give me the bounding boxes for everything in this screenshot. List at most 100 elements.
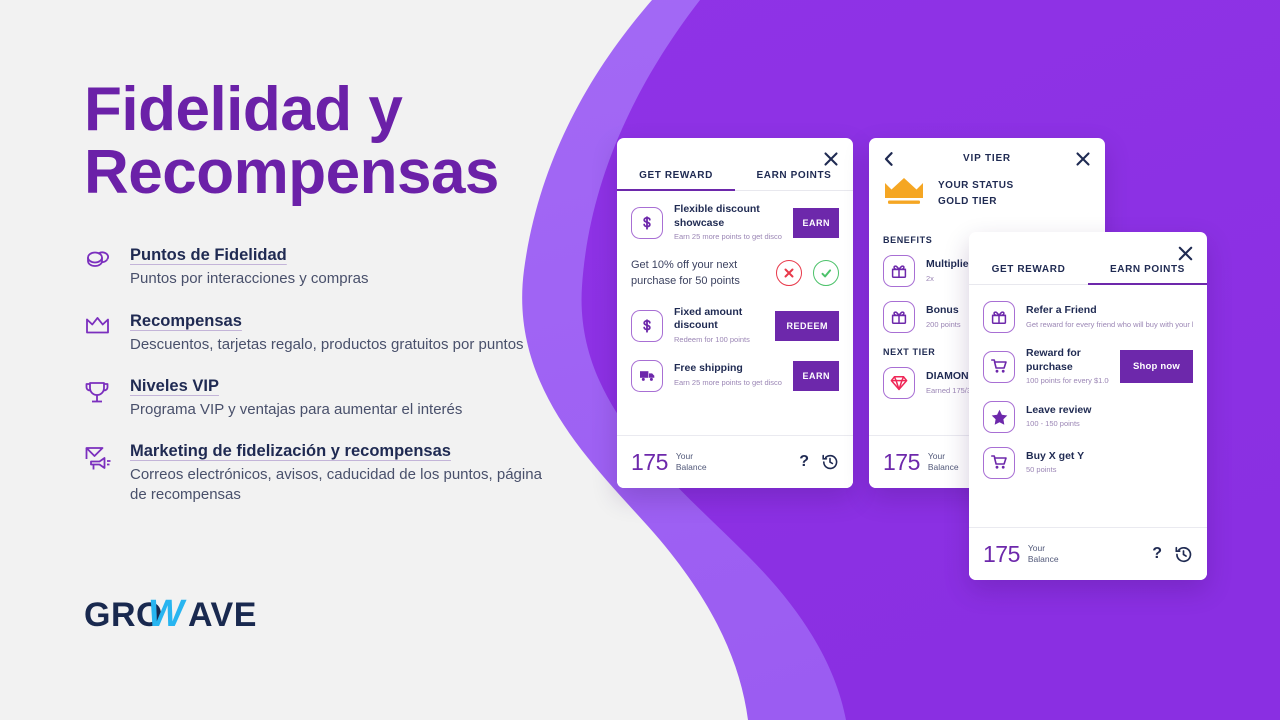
trophy-icon: [84, 377, 114, 420]
reward-name: Flexible discount showcase: [674, 203, 760, 229]
question-mark-icon[interactable]: ?: [1148, 545, 1166, 563]
earn-tabs: GET REWARD EARN POINTS: [969, 232, 1207, 285]
earn-name: Reward for purchase: [1026, 347, 1081, 373]
list-item: Free shipping Earn 25 more points to get…: [631, 359, 839, 392]
offer-prompt: Get 10% off your next purchase for 50 po…: [631, 257, 839, 290]
feature-title: Puntos de Fidelidad: [130, 246, 287, 265]
earn-button[interactable]: EARN: [793, 360, 839, 391]
earn-points-panel: GET REWARD EARN POINTS Refer a Friend Ge…: [969, 232, 1207, 580]
balance-label: Your Balance: [1028, 543, 1059, 566]
list-item: Reward for purchase 100 points for every…: [983, 347, 1193, 387]
reward-name: Free shipping: [674, 362, 743, 375]
balance-label-line1: Your: [1027, 542, 1046, 553]
star-icon: [983, 400, 1015, 433]
earn-name: Leave review: [1026, 403, 1092, 416]
reward-subtitle: Redeem for 100 points: [674, 335, 750, 345]
vip-status-line1: YOUR STATUS: [938, 179, 1014, 191]
get-reward-panel: GET REWARD EARN POINTS Flexible discount…: [617, 138, 853, 488]
feature-description: Correos electrónicos, avisos, caducidad …: [130, 466, 542, 504]
cart-icon: [983, 446, 1015, 479]
earn-subtitle: Get reward for every friend who will buy…: [1026, 319, 1193, 329]
offer-actions: [776, 260, 839, 287]
balance-label: Your Balance: [676, 451, 707, 474]
coins-icon: [84, 246, 114, 289]
feature-description: Programa VIP y ventajas para aumentar el…: [130, 400, 463, 418]
shop-now-button[interactable]: Shop now: [1120, 350, 1193, 384]
reward-name: Fixed amount discount: [674, 305, 743, 332]
vip-status-text: YOUR STATUS GOLD TIER: [938, 178, 1014, 210]
feature-item-loyalty-points: Puntos de Fidelidad Puntos por interacci…: [84, 246, 554, 289]
gift-icon: [983, 301, 1015, 333]
balance-label: Your Balance: [928, 451, 959, 474]
earn-subtitle: 50 points: [1026, 465, 1057, 475]
list-item: Refer a Friend Get reward for every frie…: [983, 301, 1193, 333]
page-title: Fidelidad y Recompensas: [84, 75, 554, 208]
feature-description: Puntos por interacciones y compras: [130, 270, 369, 288]
balance-value: 175: [983, 540, 1020, 567]
feature-description: Descuentos, tarjetas regalo, productos g…: [130, 335, 524, 353]
x-circle-icon[interactable]: [776, 260, 802, 287]
reward-tabs: GET REWARD EARN POINTS: [617, 138, 853, 191]
logo-text-ave: AVE: [188, 596, 257, 634]
growave-logo: GRO W AVE: [84, 593, 262, 643]
list-item: Fixed amount discount Redeem for 100 poi…: [631, 306, 839, 346]
reward-list: Flexible discount showcase Earn 25 more …: [617, 191, 853, 392]
gift-icon: [883, 255, 915, 287]
list-item: Flexible discount showcase Earn 25 more …: [631, 203, 839, 243]
tab-get-reward[interactable]: GET REWARD: [617, 170, 735, 191]
feature-list: Puntos de Fidelidad Puntos por interacci…: [84, 246, 554, 505]
balance-label-line2: Balance: [927, 462, 959, 472]
close-icon[interactable]: [1074, 150, 1092, 168]
history-icon[interactable]: [821, 453, 839, 471]
earn-subtitle: 100 - 150 points: [1026, 419, 1080, 429]
tab-earn-points[interactable]: EARN POINTS: [735, 170, 853, 190]
crown-icon: [84, 312, 114, 355]
balance-label-line1: Your: [675, 450, 694, 461]
tab-get-reward[interactable]: GET REWARD: [969, 264, 1088, 284]
balance-footer: 175 Your Balance ?: [617, 435, 853, 488]
truck-icon: [631, 359, 663, 392]
feature-item-marketing: Marketing de fidelización y recompensas …: [84, 442, 554, 506]
earn-name: Buy X get Y: [1026, 449, 1085, 462]
balance-label-line2: Balance: [1027, 554, 1059, 564]
title-line-2: Recompensas: [84, 138, 499, 208]
feature-title: Niveles VIP: [130, 376, 219, 395]
balance-value: 175: [631, 448, 668, 475]
earn-name: Refer a Friend: [1026, 303, 1097, 316]
vip-status: YOUR STATUS GOLD TIER: [869, 164, 1105, 215]
offer-text: Get 10% off your next purchase for 50 po…: [631, 258, 740, 288]
cart-icon: [983, 350, 1015, 383]
gift-icon: [883, 301, 915, 333]
dollar-icon: [631, 206, 663, 239]
vip-panel-title: VIP TIER: [963, 153, 1011, 164]
feature-item-rewards: Recompensas Descuentos, tarjetas regalo,…: [84, 312, 554, 355]
check-circle-icon[interactable]: [813, 260, 839, 287]
earn-list: Refer a Friend Get reward for every frie…: [969, 285, 1207, 479]
logo-text-w: W: [148, 594, 187, 635]
balance-label-line2: Balance: [675, 462, 707, 472]
balance-label-line1: Your: [927, 450, 946, 461]
feature-title: Marketing de fidelización y recompensas: [130, 442, 451, 461]
list-item: Leave review 100 - 150 points: [983, 400, 1193, 433]
earn-button[interactable]: EARN: [793, 207, 839, 238]
question-mark-icon[interactable]: ?: [795, 453, 813, 471]
reward-subtitle: Earn 25 more points to get discount: [674, 378, 783, 388]
balance-value: 175: [883, 448, 920, 475]
diamond-icon: [883, 367, 915, 399]
title-line-1: Fidelidad y: [84, 75, 403, 144]
reward-subtitle: Earn 25 more points to get discount: [674, 232, 783, 242]
feature-title: Recompensas: [130, 311, 242, 330]
crown-icon: [883, 176, 925, 211]
balance-footer: 175 Your Balance ?: [969, 527, 1207, 580]
earn-subtitle: 100 points for every $1.00: [1026, 376, 1110, 386]
hero-column: Fidelidad y Recompensas Puntos de Fideli…: [84, 78, 554, 528]
tab-earn-points[interactable]: EARN POINTS: [1088, 264, 1207, 285]
vip-status-line2: GOLD TIER: [938, 195, 997, 207]
history-icon[interactable]: [1174, 545, 1193, 564]
list-item: Buy X get Y 50 points: [983, 446, 1193, 479]
dollar-icon: [631, 309, 663, 342]
chevron-left-icon[interactable]: [882, 151, 896, 167]
feature-item-vip-tiers: Niveles VIP Programa VIP y ventajas para…: [84, 377, 554, 420]
redeem-button[interactable]: REDEEM: [775, 310, 839, 341]
megaphone-icon: [84, 442, 114, 506]
